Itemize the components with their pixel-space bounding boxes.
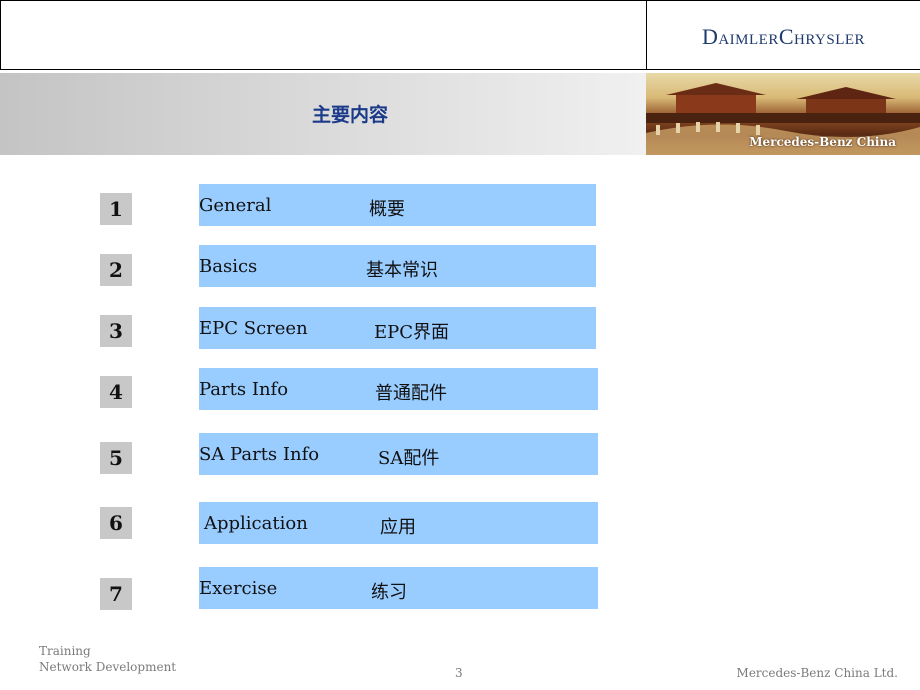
item-number-box: 7	[100, 578, 132, 610]
header-blank-area	[0, 0, 646, 70]
agenda-item-english: Exercise	[199, 578, 278, 599]
agenda-item[interactable]: Parts Info 普通配件	[199, 368, 598, 410]
footer-department: Training Network Development	[39, 643, 176, 675]
item-number-box: 3	[100, 315, 132, 347]
footer-line-training: Training	[39, 644, 91, 658]
item-number-box: 4	[100, 376, 132, 408]
page-title: 主要内容	[312, 104, 389, 126]
agenda-item-english: Application	[204, 513, 308, 534]
logo-area: DaimlerChrysler	[646, 0, 920, 70]
agenda-item-chinese: SA配件	[378, 448, 440, 469]
item-number-box: 5	[100, 442, 132, 474]
agenda-item-chinese: EPC界面	[374, 322, 450, 343]
agenda-item-english: Basics	[199, 256, 258, 277]
agenda-item-english: General	[199, 195, 272, 216]
agenda-item[interactable]: SA Parts Info SA配件	[199, 433, 598, 475]
page-number: 3	[455, 666, 463, 680]
item-number-box: 2	[100, 254, 132, 286]
footer-line-network: Network Development	[39, 660, 177, 674]
agenda-item-chinese: 概要	[369, 199, 405, 220]
agenda-item[interactable]: Exercise 练习	[199, 567, 598, 609]
agenda-item-english: SA Parts Info	[199, 444, 320, 465]
agenda-item[interactable]: General 概要	[199, 184, 596, 226]
agenda-item[interactable]: Application 应用	[199, 502, 598, 544]
agenda-item-chinese: 基本常识	[366, 260, 438, 281]
agenda-item[interactable]: Basics 基本常识	[199, 245, 596, 287]
agenda-item-english: EPC Screen	[199, 318, 308, 339]
daimlerchrysler-logo: DaimlerChrysler	[701, 24, 866, 49]
agenda-item-chinese: 应用	[380, 517, 416, 538]
item-number-box: 6	[100, 507, 132, 539]
forbidden-city-photo: Mercedes-Benz China	[646, 73, 920, 155]
agenda-item-chinese: 练习	[371, 582, 407, 603]
agenda-item-english: Parts Info	[199, 379, 289, 400]
agenda-item-chinese: 普通配件	[375, 383, 447, 404]
item-number-box: 1	[100, 193, 132, 225]
photo-caption: Mercedes-Benz China	[749, 135, 896, 149]
agenda-item[interactable]: EPC Screen EPC界面	[199, 307, 596, 349]
footer-company: Mercedes-Benz China Ltd.	[736, 666, 898, 680]
